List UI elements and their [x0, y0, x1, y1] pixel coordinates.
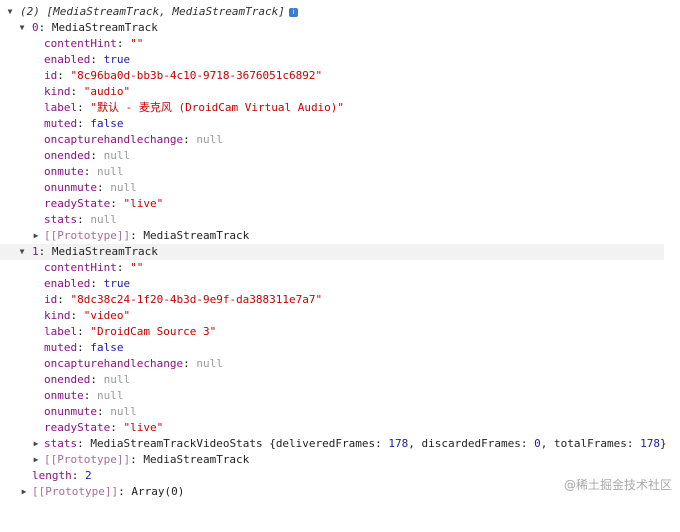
expanded-arrow-icon[interactable]: ▼: [5, 4, 15, 20]
array-summary: (2) [MediaStreamTrack, MediaStreamTrack]…: [20, 4, 298, 20]
prop-row: stats: null: [44, 213, 117, 226]
prototype-row[interactable]: ▶ [[Prototype]]: MediaStreamTrack: [0, 452, 664, 468]
array-summary-row[interactable]: ▼ (2) [MediaStreamTrack, MediaStreamTrac…: [0, 4, 664, 20]
prop-row: oncapturehandlechange: null: [44, 357, 223, 370]
info-icon[interactable]: i: [288, 7, 298, 17]
collapsed-arrow-icon[interactable]: ▶: [31, 228, 41, 244]
stats-row[interactable]: ▶ stats: MediaStreamTrackVideoStats {del…: [0, 436, 667, 452]
prop-row: onended: null: [44, 149, 131, 162]
prop-row: enabled: true: [44, 53, 131, 66]
prop-row: onmute: null: [44, 389, 124, 402]
prop-row: contentHint: "": [44, 37, 144, 50]
expanded-arrow-icon[interactable]: ▼: [17, 244, 27, 260]
prop-row: onmute: null: [44, 165, 124, 178]
prop-row: id: "8c96ba0d-bb3b-4c10-9718-3676051c689…: [44, 69, 323, 82]
expanded-arrow-icon[interactable]: ▼: [17, 20, 27, 36]
watermark: @稀土掘金技术社区: [563, 478, 672, 492]
prop-row: kind: "video": [44, 309, 131, 322]
prop-row: muted: false: [44, 117, 124, 130]
prop-row: id: "8dc38c24-1f20-4b3d-9e9f-da388311e7a…: [44, 293, 323, 306]
prop-row: onended: null: [44, 373, 131, 386]
prop-row: muted: false: [44, 341, 124, 354]
prop-row: readyState: "live": [44, 197, 164, 210]
prop-row: enabled: true: [44, 277, 131, 290]
track-1-row[interactable]: ▼ 1: MediaStreamTrack: [0, 244, 664, 260]
prop-row: kind: "audio": [44, 85, 131, 98]
track-0-row[interactable]: ▼ 0: MediaStreamTrack: [0, 20, 664, 36]
prop-row: label: "默认 - 麦克风 (DroidCam Virtual Audio…: [44, 101, 345, 114]
prop-row: label: "DroidCam Source 3": [44, 325, 217, 338]
prop-row: readyState: "live": [44, 421, 164, 434]
collapsed-arrow-icon[interactable]: ▶: [31, 436, 41, 452]
prop-row: oncapturehandlechange: null: [44, 133, 223, 146]
prop-row: onunmute: null: [44, 405, 137, 418]
prop-row: onunmute: null: [44, 181, 137, 194]
collapsed-arrow-icon[interactable]: ▶: [31, 452, 41, 468]
prototype-row[interactable]: ▶ [[Prototype]]: MediaStreamTrack: [0, 228, 664, 244]
prop-row: contentHint: "": [44, 261, 144, 274]
